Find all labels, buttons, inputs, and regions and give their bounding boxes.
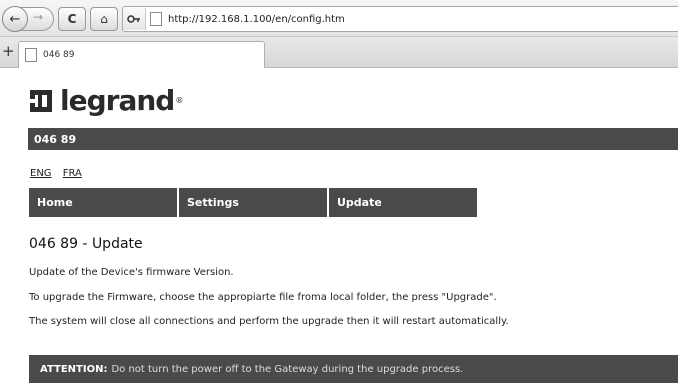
menu-item-home[interactable]: Home	[29, 188, 177, 217]
lang-link-fra[interactable]: FRA	[63, 168, 82, 179]
reload-icon: C	[67, 12, 77, 26]
key-icon[interactable]	[123, 8, 146, 30]
menu-item-update[interactable]: Update	[329, 188, 477, 217]
menu-item-settings[interactable]: Settings	[179, 188, 327, 217]
tab-active[interactable]: 046 89	[18, 41, 265, 68]
attention-label: ATTENTION:	[40, 363, 108, 375]
address-bar[interactable]: http://192.168.1.100/en/config.htm	[122, 6, 678, 32]
back-arrow-icon: ←	[9, 11, 21, 27]
lang-link-eng[interactable]: ENG	[30, 168, 52, 179]
tab-bar: + 046 89	[0, 37, 678, 68]
attention-banner: ATTENTION: Do not turn the power off to …	[29, 355, 678, 383]
paragraph-restart-note: The system will close all connections an…	[29, 316, 509, 327]
logo-mark-icon	[30, 89, 52, 112]
url-text[interactable]: http://192.168.1.100/en/config.htm	[168, 14, 345, 25]
forward-arrow-icon[interactable]: →	[33, 10, 43, 24]
browser-toolbar: ← → C ⌂ http://192.168.1.100/en/config.h…	[0, 0, 678, 37]
device-id: 046 89	[34, 132, 77, 146]
language-links: ENG FRA	[30, 168, 90, 179]
back-forward-group: ← →	[2, 6, 54, 32]
new-tab-icon[interactable]: +	[2, 42, 15, 60]
tab-title: 046 89	[43, 50, 75, 60]
reload-button[interactable]: C	[58, 7, 86, 31]
home-button[interactable]: ⌂	[90, 7, 118, 31]
paragraph-instructions: To upgrade the Firmware, choose the appr…	[29, 292, 497, 303]
attention-text: Do not turn the power off to the Gateway…	[111, 363, 464, 375]
paragraph-description: Update of the Device's firmware Version.	[29, 267, 234, 278]
device-header-bar: 046 89	[28, 128, 678, 150]
logo-text: legrand	[60, 84, 175, 117]
home-icon: ⌂	[100, 12, 108, 26]
main-menu: Home Settings Update	[29, 188, 479, 217]
page-icon	[25, 48, 37, 62]
legrand-logo: legrand ®	[30, 84, 183, 117]
back-button[interactable]: ←	[2, 6, 28, 32]
registered-mark: ®	[175, 96, 184, 105]
page-icon	[150, 12, 162, 26]
page-title: 046 89 - Update	[29, 236, 143, 252]
